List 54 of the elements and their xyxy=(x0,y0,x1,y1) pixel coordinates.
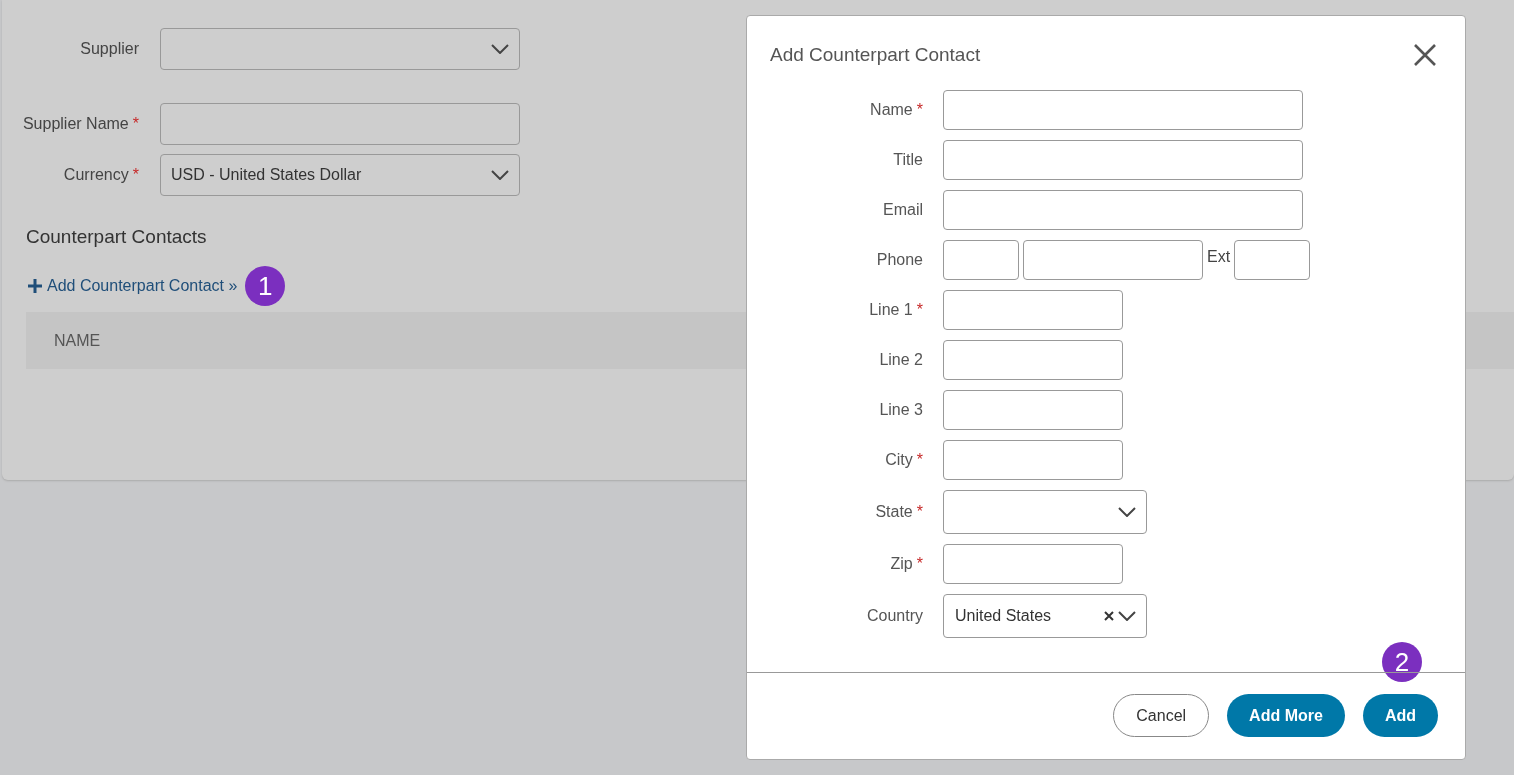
required-mark: * xyxy=(916,101,923,119)
ext-label: Ext xyxy=(1207,248,1231,266)
field-label: Phone xyxy=(876,251,923,269)
field-label: Name xyxy=(870,101,913,119)
required-mark: * xyxy=(916,301,923,319)
field-label: Email xyxy=(883,201,923,219)
field-label: Country xyxy=(866,607,923,625)
select-field[interactable] xyxy=(943,490,1147,534)
field-label: City xyxy=(885,451,913,469)
input-field[interactable] xyxy=(943,190,1303,230)
required-mark: * xyxy=(916,451,923,469)
chevron-down-icon xyxy=(1118,507,1136,517)
clear-icon[interactable] xyxy=(1104,611,1114,621)
cancel-button[interactable]: Cancel xyxy=(1113,694,1210,737)
chevron-down-icon xyxy=(491,170,509,180)
input-field[interactable] xyxy=(943,290,1123,330)
column-header: NAME xyxy=(54,331,101,350)
section-heading: Counterpart Contacts xyxy=(26,226,208,248)
field-label: Line 3 xyxy=(879,401,923,419)
required-mark: * xyxy=(916,503,923,521)
plus-icon xyxy=(28,279,42,293)
field-label: Title xyxy=(893,151,923,169)
extension-field[interactable] xyxy=(1234,240,1311,280)
input-field[interactable] xyxy=(160,103,520,145)
select-field[interactable]: USD - United States Dollar xyxy=(160,154,520,196)
input-field[interactable] xyxy=(943,440,1123,480)
dialog-title: Add Counterpart Contact xyxy=(770,44,981,66)
field-label: Currency xyxy=(63,166,129,184)
area-code-field[interactable] xyxy=(943,240,1019,280)
field-label: Zip xyxy=(890,555,913,573)
field-label: Supplier Name xyxy=(22,115,129,133)
submit-button[interactable]: Add xyxy=(1362,694,1438,737)
select-field[interactable] xyxy=(160,28,520,70)
chevron-down-icon xyxy=(1118,611,1136,621)
phone-number-field[interactable] xyxy=(1023,240,1203,280)
step-badge: 1 xyxy=(245,266,286,306)
input-field[interactable] xyxy=(943,390,1123,430)
field-label: Line 1 xyxy=(869,301,913,319)
close-icon[interactable] xyxy=(1414,44,1436,66)
input-field[interactable] xyxy=(943,140,1303,180)
add-contact-link[interactable]: Add Counterpart Contact » xyxy=(28,277,238,295)
select-field[interactable]: United States xyxy=(943,594,1147,638)
step-badge: 2 xyxy=(1382,642,1422,682)
input-field[interactable] xyxy=(943,90,1303,130)
field-label: State xyxy=(875,503,913,521)
chevron-down-icon xyxy=(491,44,509,54)
submit-button[interactable]: Add More xyxy=(1227,694,1345,737)
input-field[interactable] xyxy=(943,544,1123,584)
field-label: Line 2 xyxy=(879,351,923,369)
required-mark: * xyxy=(132,166,139,184)
required-mark: * xyxy=(132,115,139,133)
required-mark: * xyxy=(916,555,923,573)
field-label: Supplier xyxy=(80,40,139,58)
input-field[interactable] xyxy=(943,340,1123,380)
